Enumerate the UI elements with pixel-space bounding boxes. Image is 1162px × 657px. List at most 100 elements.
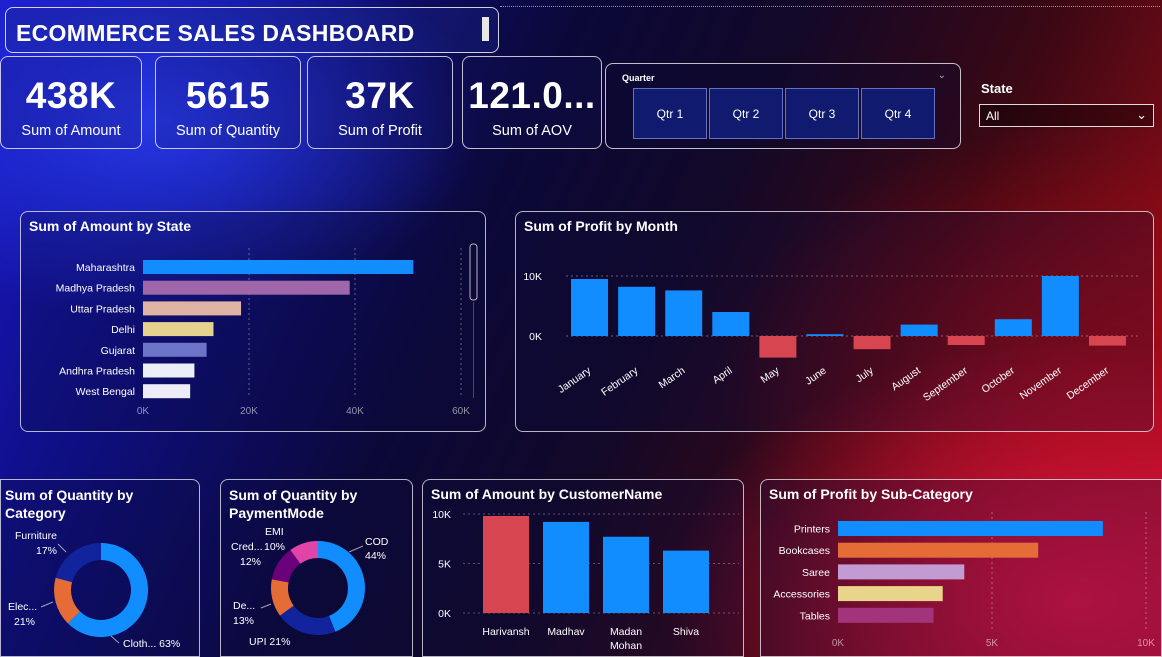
chevron-down-icon: ⌄: [1136, 107, 1147, 122]
slice-percent: 17%: [36, 545, 57, 557]
chart-quantity-by-paymentmode: COD 44% EMI 10%Cred... 12% De... 13% UPI 21%: [231, 526, 389, 648]
bar: [663, 550, 709, 613]
bar: [143, 384, 191, 399]
slice-label: UPI 21%: [249, 636, 290, 648]
scrollbar-thumb: [469, 243, 478, 301]
slice-label: EMI: [265, 526, 284, 538]
leader-line: [260, 603, 272, 609]
kpi-label: Sum of Quantity: [176, 123, 280, 139]
leader-line: [110, 635, 120, 644]
x-category-label: October: [980, 364, 1018, 396]
bar: [853, 336, 891, 350]
state-filter-label: State: [981, 81, 1013, 96]
bar: [838, 521, 1103, 536]
bar: [618, 286, 656, 336]
state-filter-value: All: [986, 109, 1000, 123]
state-filter-dropdown[interactable]: All ⌄: [979, 104, 1154, 127]
x-category-label: September: [921, 364, 970, 404]
panel-profit-by-month: Sum of Profit by Month 10K 0K January Febru…: [515, 211, 1154, 432]
x-category-label: Madan: [610, 626, 642, 638]
slice-percent: 10%: [264, 541, 285, 553]
x-category-label: June: [803, 365, 829, 388]
kpi-label: Sum of AOV: [492, 123, 572, 139]
kpi-value: 438K: [25, 75, 117, 116]
x-tick-label: 0K: [137, 406, 150, 417]
leader-line: [348, 545, 364, 553]
kpi-card-quantity: 5615 Sum of Quantity: [155, 56, 301, 149]
kpi-card-amount: 438K Sum of Amount: [0, 56, 142, 149]
donut-slice: [279, 605, 336, 635]
dashboard-title-box: ECOMMERCE SALES DASHBOARD: [5, 7, 499, 53]
y-tick-label: 10K: [523, 271, 542, 283]
x-tick-label: 20K: [240, 406, 258, 417]
chart-amount-by-state: 0K 20K 40K 60K Maharashtra Madhya Pradesh Utta…: [56, 243, 478, 417]
bar: [900, 324, 938, 336]
kpi-card-profit: 37K Sum of Profit: [307, 56, 453, 149]
dashboard-title: ECOMMERCE SALES DASHBOARD: [16, 20, 415, 46]
slice-percent: 12%: [240, 556, 261, 568]
y-category-label: Gujarat: [101, 345, 136, 357]
slice-label: COD: [365, 536, 389, 548]
quarter-button-q4[interactable]: Qtr 4: [861, 88, 935, 139]
bar: [483, 515, 529, 613]
x-category-label: December: [1065, 364, 1112, 402]
quarter-button-q1[interactable]: Qtr 1: [633, 88, 707, 139]
chart-profit-by-month: 10K 0K January February March April May June Jul…: [523, 271, 1141, 404]
bar: [603, 536, 649, 613]
bar: [143, 301, 242, 316]
x-category-label: March: [657, 365, 688, 392]
panel-amount-by-customer: Sum of Amount by CustomerName 0K 5K 10K Har…: [422, 479, 744, 657]
y-category-label: Andhra Pradesh: [59, 366, 135, 378]
x-category-label: August: [889, 365, 923, 394]
y-tick-label: 10K: [432, 509, 451, 521]
bar: [543, 521, 589, 613]
x-category-label: April: [710, 365, 734, 387]
kpi-value: 5615: [185, 75, 271, 116]
bar: [759, 336, 797, 358]
bar: [838, 607, 934, 623]
bar: [838, 542, 1039, 558]
quarter-button-q3[interactable]: Qtr 3: [785, 88, 859, 139]
chart-profit-by-subcategory: 0K 5K 10K Printers Bookcases Saree Accessories…: [773, 512, 1155, 649]
panel-profit-by-subcategory: Sum of Profit by Sub-Category 0K 5K 10K Pri…: [760, 479, 1162, 657]
slice-label: Elec...: [8, 601, 37, 613]
bar: [838, 564, 965, 580]
x-category-label: February: [599, 364, 641, 398]
y-category-label: Printers: [794, 524, 830, 536]
panel-quantity-by-category: Sum of Quantity by Category Furniture 17%…: [0, 479, 200, 657]
x-category-label: May: [758, 364, 782, 386]
top-dotted-rule: [500, 6, 1160, 7]
quarter-button-q2[interactable]: Qtr 2: [709, 88, 783, 139]
y-category-label: Uttar Pradesh: [70, 303, 135, 315]
slice-percent: 44%: [365, 550, 386, 562]
bar: [1041, 276, 1079, 336]
kpi-value: 121.0...: [468, 75, 596, 116]
bar: [143, 260, 414, 274]
panel-quantity-by-paymentmode: Sum of Quantity by PaymentMode COD 44% EMI…: [220, 479, 413, 657]
slice-label: De...: [233, 600, 255, 612]
panel-amount-by-state: Sum of Amount by State 0K 20K 40K 60K Mahara…: [20, 211, 486, 432]
leader-line: [57, 543, 67, 553]
chevron-down-icon[interactable]: ⌄: [938, 70, 946, 81]
bar: [806, 334, 844, 336]
y-category-label: Bookcases: [779, 545, 830, 557]
y-category-label: Madhya Pradesh: [56, 283, 136, 295]
x-category-label: Shiva: [673, 626, 699, 638]
y-category-label: Delhi: [111, 324, 135, 336]
bar: [838, 586, 943, 602]
x-tick-label: 40K: [346, 406, 364, 417]
bar: [143, 342, 207, 357]
bar: [1088, 336, 1126, 346]
bar: [143, 280, 350, 295]
slice-percent: 13%: [233, 615, 254, 627]
title-accent-bar: [482, 17, 489, 41]
x-tick-label: 60K: [452, 406, 470, 417]
slice-label: Furniture: [15, 530, 57, 542]
chart-amount-by-customer: 0K 5K 10K Harivansh Madhav Madan Mohan Shiva: [432, 509, 739, 652]
bar: [947, 336, 985, 345]
x-category-label: Harivansh: [482, 626, 529, 638]
y-tick-label: 5K: [438, 559, 451, 571]
x-tick-label: 0K: [832, 638, 845, 649]
chart-quantity-by-category: Furniture 17% Elec... 21% Cloth... 63%: [8, 530, 180, 650]
y-category-label: Saree: [802, 567, 830, 579]
